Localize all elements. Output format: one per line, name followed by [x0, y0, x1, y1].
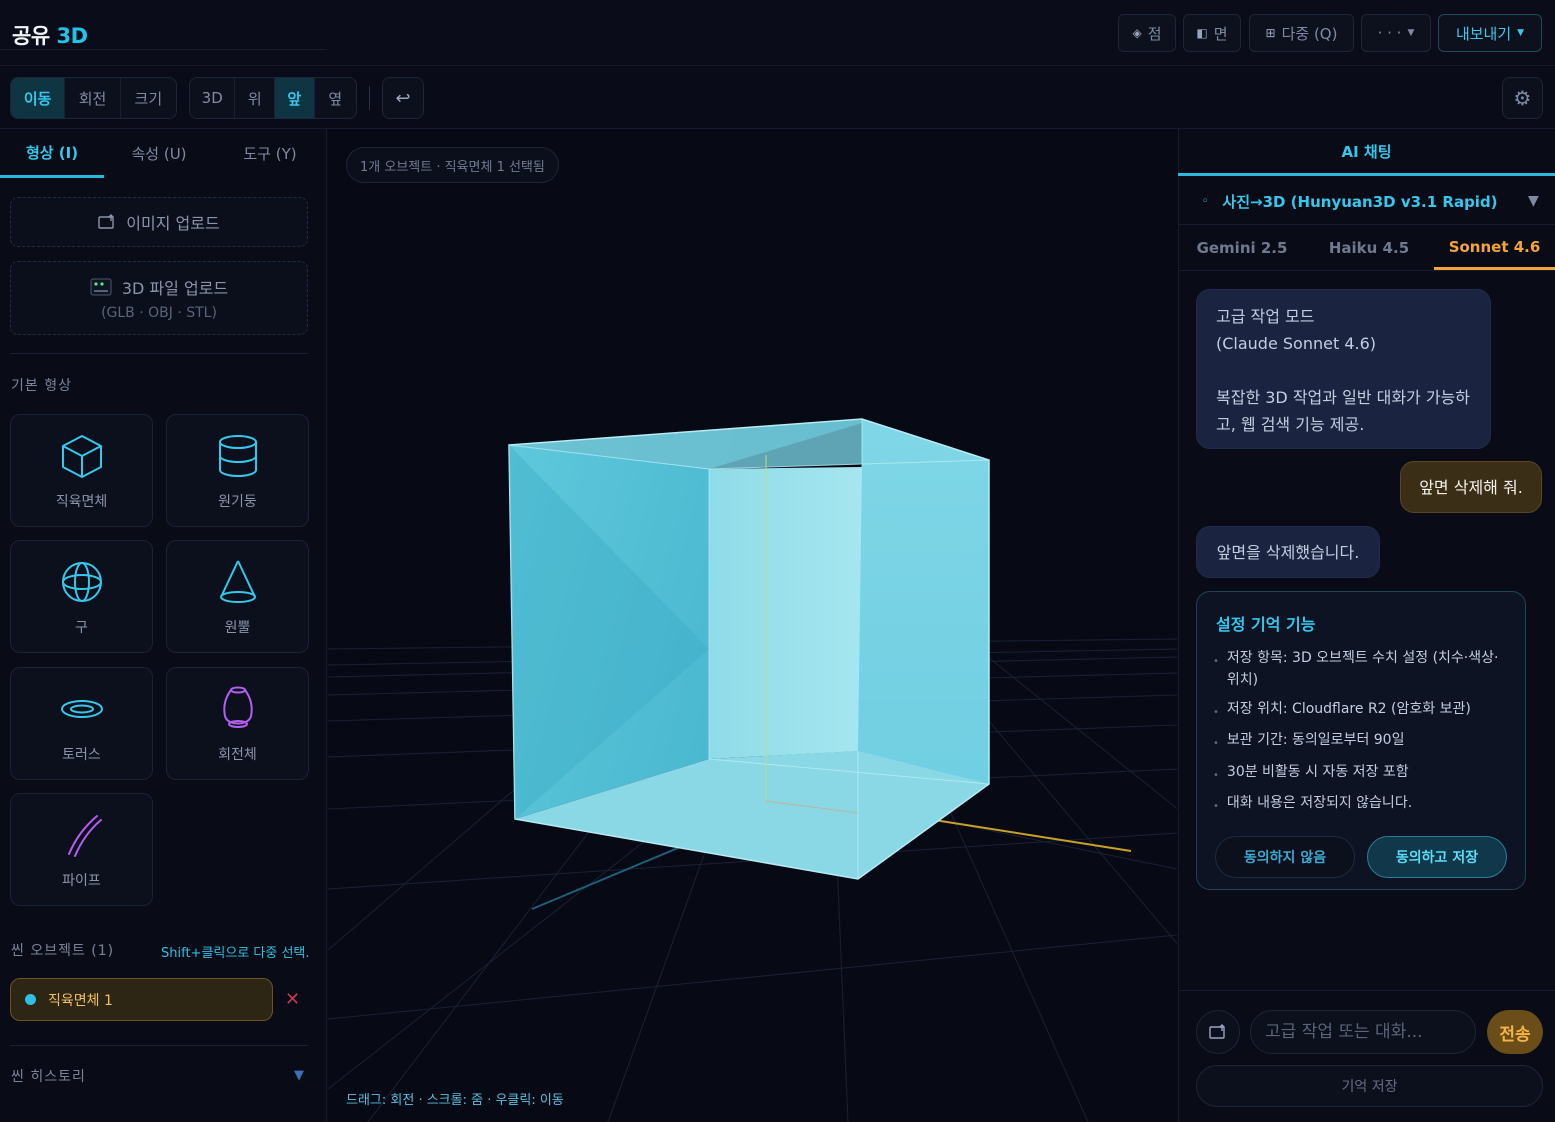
- gear-icon: ⚙: [1513, 86, 1532, 110]
- viewport-canvas[interactable]: [328, 129, 1177, 1122]
- tab-underline: [0, 49, 327, 50]
- chevron-down-icon: ▼: [1517, 28, 1525, 38]
- section-divider: [10, 353, 308, 354]
- cone-icon: [219, 560, 256, 603]
- memory-item: • 저장 위치: Cloudflare R2 (암호화 보관): [1213, 701, 1471, 718]
- vertex-mode-button[interactable]: ◈ 점: [1118, 14, 1176, 52]
- 3d-file-upload-button[interactable]: 3D 파일 업로드 (GLB · OBJ · STL): [10, 261, 308, 335]
- shape-sphere-button[interactable]: 구: [10, 540, 153, 653]
- section-divider: [10, 1045, 308, 1046]
- shape-cone-button[interactable]: 원뿔: [166, 540, 309, 653]
- view-mode-group: 3D 위 앞 옆: [189, 77, 357, 119]
- shape-lathe-button[interactable]: 회전체: [166, 667, 309, 780]
- shape-cylinder-button[interactable]: 원기둥: [166, 414, 309, 527]
- bot-message: 고급 작업 모드 (Claude Sonnet 4.6) 복잡한 3D 작업과 …: [1196, 289, 1491, 449]
- scene-objects-title: 씬 오브젝트 (1): [11, 943, 115, 959]
- view-top-button[interactable]: 위: [235, 78, 275, 118]
- memory-item: • 보관 기간: 동의일로부터 90일: [1213, 732, 1405, 749]
- memory-card-title: 설정 기억 기능: [1216, 615, 1316, 634]
- chevron-down-icon: ▼: [1407, 28, 1415, 38]
- input-divider: [1178, 990, 1555, 991]
- vertex-icon: ◈: [1132, 26, 1142, 40]
- export-button[interactable]: 내보내기 ▼: [1438, 14, 1542, 52]
- lathe-icon: [222, 686, 253, 728]
- shape-box-button[interactable]: 직육면체: [10, 414, 153, 527]
- memory-item: • 저장 항목: 3D 오브젝트 수치 설정 (치수·색상·위치): [1213, 650, 1499, 688]
- shape-pipe-button[interactable]: 파이프: [10, 793, 153, 906]
- grid-icon: ⊞: [1265, 26, 1276, 40]
- settings-button[interactable]: ⚙: [1502, 77, 1543, 119]
- send-button[interactable]: 전송: [1487, 1010, 1543, 1054]
- model-tab-gemini[interactable]: Gemini 2.5: [1180, 226, 1304, 270]
- model-tab-sonnet[interactable]: Sonnet 4.6: [1434, 226, 1555, 270]
- memory-item: • 30분 비활동 시 자동 저장 포함: [1213, 764, 1409, 781]
- image-upload-button[interactable]: 이미지 업로드: [10, 197, 308, 247]
- delete-object-button[interactable]: ✕: [285, 989, 300, 1010]
- tab-properties[interactable]: 속성 (U): [106, 129, 212, 178]
- object-color-dot: [25, 994, 36, 1005]
- app-logo: 공유 3D: [12, 24, 88, 48]
- toolbar-divider: [369, 86, 370, 110]
- undo-icon: ↩: [395, 87, 411, 109]
- cube-icon: [61, 434, 102, 478]
- shape-torus-button[interactable]: 토러스: [10, 667, 153, 780]
- save-memory-button[interactable]: 기억 저장: [1196, 1065, 1543, 1107]
- model-tab-haiku[interactable]: Haiku 4.5: [1307, 226, 1431, 270]
- multi-select-hint: Shift+클릭으로 다중 선택.: [161, 946, 310, 961]
- multi-select-button[interactable]: ⊞ 다중 (Q): [1249, 14, 1354, 52]
- pipeline-select[interactable]: ◦ 사진→3D (Hunyuan3D v3.1 Rapid): [1178, 179, 1555, 225]
- upload-image-icon: [98, 214, 115, 229]
- view-side-button[interactable]: 옆: [315, 78, 356, 118]
- more-menu-button[interactable]: · · · ▼: [1361, 14, 1431, 52]
- attach-image-button[interactable]: [1196, 1010, 1240, 1054]
- agree-save-button[interactable]: 동의하고 저장: [1367, 836, 1507, 878]
- x-axis-line: [927, 818, 1132, 852]
- decline-button[interactable]: 동의하지 않음: [1215, 836, 1355, 878]
- bullet-icon: ◦: [1202, 196, 1209, 207]
- upload-image-icon: [1209, 1024, 1225, 1039]
- view-front-button[interactable]: 앞: [274, 78, 315, 118]
- pipe-icon: [67, 814, 102, 857]
- scale-mode-button[interactable]: 크기: [121, 78, 176, 118]
- undo-button[interactable]: ↩: [382, 77, 424, 119]
- 3d-file-icon: [90, 278, 112, 296]
- memory-item: • 대화 내용은 저장되지 않습니다.: [1213, 795, 1413, 812]
- cylinder-icon: [218, 434, 257, 477]
- model-tab-underline: [1178, 270, 1555, 271]
- chat-input[interactable]: [1250, 1010, 1476, 1054]
- torus-icon: [60, 699, 103, 718]
- move-mode-button[interactable]: 이동: [11, 78, 66, 118]
- rotate-mode-button[interactable]: 회전: [65, 78, 121, 118]
- face-icon: ◧: [1196, 26, 1208, 40]
- selection-status: 1개 오브젝트 · 직육면체 1 선택됨: [346, 147, 559, 183]
- more-icon: · · ·: [1377, 24, 1402, 42]
- chevron-down-icon[interactable]: ▼: [1528, 193, 1539, 209]
- chevron-down-icon[interactable]: ▼: [294, 1068, 304, 1083]
- scene-object-item[interactable]: 직육면체 1: [10, 978, 273, 1021]
- selected-box-mesh[interactable]: [508, 418, 990, 880]
- close-icon: ✕: [285, 989, 301, 1010]
- bot-message: 앞면을 삭제했습니다.: [1196, 526, 1380, 578]
- tab-tools[interactable]: 도구 (Y): [216, 129, 324, 178]
- scene-history-title[interactable]: 씬 히스토리: [11, 1066, 86, 1086]
- face-mode-button[interactable]: ◧ 면: [1183, 14, 1241, 52]
- 3d-viewport[interactable]: [328, 129, 1177, 1122]
- basic-shapes-title: 기본 형상: [11, 378, 72, 394]
- user-message: 앞면 삭제해 줘.: [1400, 461, 1542, 513]
- tab-shapes[interactable]: 형상 (I): [0, 129, 104, 178]
- tab-ai-chat[interactable]: AI 채팅: [1178, 129, 1555, 176]
- sphere-icon: [61, 561, 102, 602]
- viewport-controls-hint: 드래그: 회전 · 스크롤: 줌 · 우클릭: 이동: [346, 1093, 564, 1108]
- transform-mode-group: 이동 회전 크기: [10, 77, 177, 119]
- view-3d-button[interactable]: 3D: [190, 78, 236, 118]
